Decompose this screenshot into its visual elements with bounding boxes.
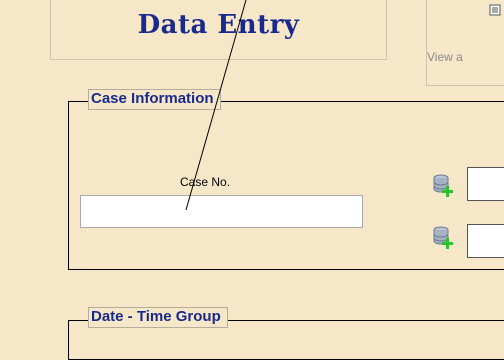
case-no-input[interactable]	[80, 195, 363, 228]
case-no-label: Case No.	[180, 175, 231, 189]
page-title: Data Entry	[137, 10, 300, 40]
case-field-2[interactable]	[467, 224, 504, 258]
document-icon	[489, 4, 501, 16]
case-information-legend: Case Information	[88, 89, 221, 110]
title-panel: Data Entry	[50, 0, 387, 60]
case-field-1[interactable]	[467, 167, 504, 201]
view-panel[interactable]: View a	[426, 0, 504, 86]
view-label: View a	[427, 50, 463, 64]
database-add-icon[interactable]	[433, 174, 455, 198]
date-time-legend: Date - Time Group	[88, 307, 228, 328]
database-add-icon[interactable]	[433, 226, 455, 250]
